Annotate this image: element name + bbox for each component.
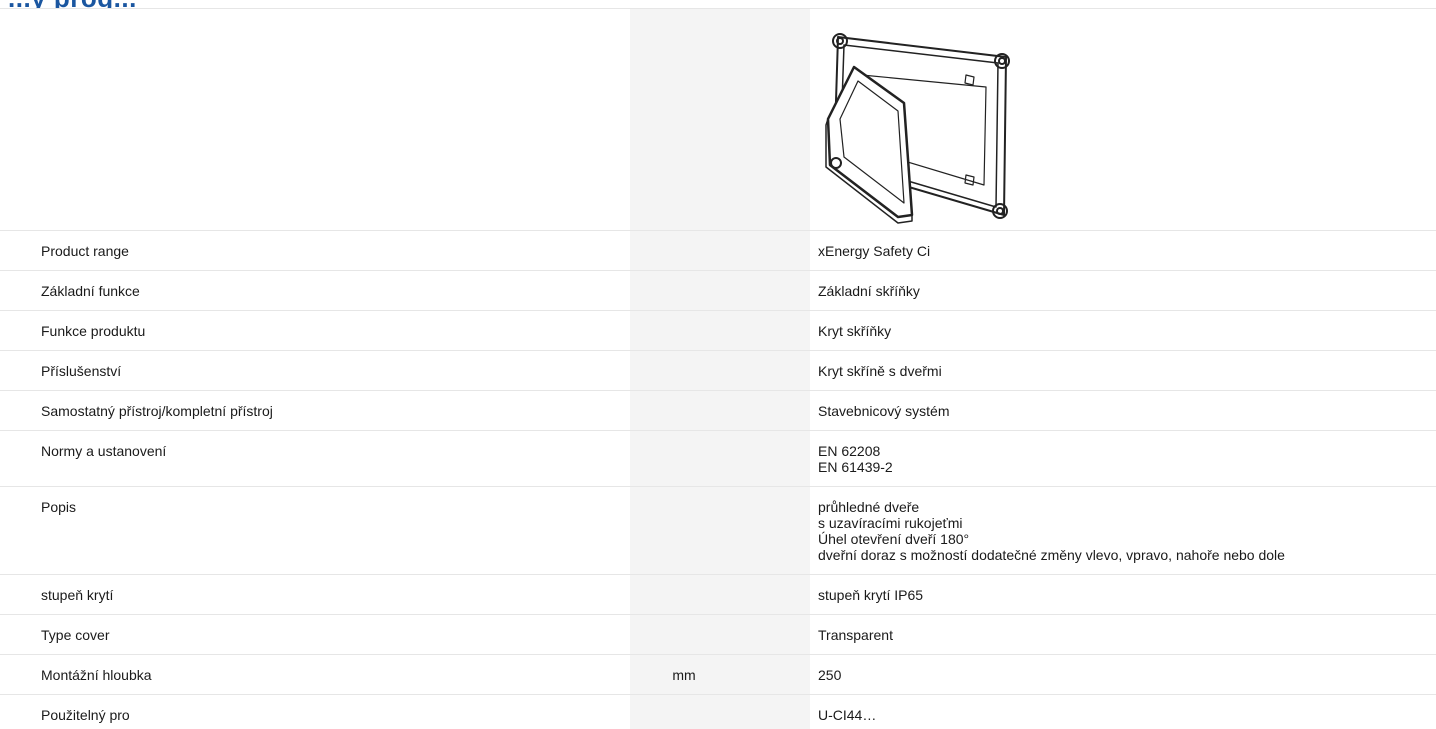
spec-value: Transparent [810, 614, 1436, 655]
spec-row: Použitelný pro U-CI44… [0, 694, 1436, 729]
product-image-row [0, 8, 1436, 231]
spec-value-line: Úhel otevření dveří 180° [818, 531, 970, 547]
spec-unit [630, 614, 810, 655]
spec-row: Samostatný přístroj/kompletní přístroj St… [0, 390, 1436, 431]
spec-value: stupeň krytí IP65 [810, 574, 1436, 615]
spec-label: Použitelný pro [0, 694, 630, 729]
spec-value-line: Stavebnicový systém [818, 403, 950, 419]
spec-value: Stavebnicový systém [810, 390, 1436, 431]
spec-value-line: xEnergy Safety Ci [818, 243, 931, 259]
spec-value: průhledné dveře s uzavíracími rukojeťmi Úh… [810, 486, 1436, 575]
spec-label: Základní funkce [0, 270, 630, 311]
spec-unit [630, 230, 810, 271]
spec-row: Type cover Transparent [0, 614, 1436, 655]
spec-value-line: Kryt skříně s dveřmi [818, 363, 942, 379]
spec-unit [630, 486, 810, 575]
spec-row: Product range xEnergy Safety Ci [0, 230, 1436, 271]
spec-label: Montážní hloubka [0, 654, 630, 695]
spec-unit [630, 694, 810, 729]
spec-unit-text: mm [672, 667, 696, 683]
spec-label: Samostatný přístroj/kompletní přístroj [0, 390, 630, 431]
spec-value: 250 [810, 654, 1436, 695]
spec-label: Type cover [0, 614, 630, 655]
spec-value-line: dveřní doraz s možností dodatečné změny … [818, 547, 1285, 563]
page-heading: ...y prog... [0, 0, 400, 8]
spec-value-line: průhledné dveře [818, 499, 920, 515]
enclosure-cover-drawing-icon [825, 33, 1010, 224]
spec-row: Montážní hloubka mm 250 [0, 654, 1436, 695]
spec-table: Product range xEnergy Safety Ci Základní f… [0, 8, 1436, 729]
spec-value-line: Kryt skříňky [818, 323, 892, 339]
spec-value-line: s uzavíracími rukojeťmi [818, 515, 963, 531]
spec-value-line: U-CI44… [818, 707, 877, 723]
spec-value: xEnergy Safety Ci [810, 230, 1436, 271]
spec-value-line: EN 62208 [818, 443, 881, 459]
spec-label: Product range [0, 230, 630, 271]
spec-unit [630, 270, 810, 311]
spec-unit: mm [630, 654, 810, 695]
spec-value-line: 250 [818, 667, 842, 683]
spec-value: Základní skříňky [810, 270, 1436, 311]
spec-row: Popis průhledné dveře s uzavíracími rukoje… [0, 486, 1436, 575]
spec-value: Kryt skříně s dveřmi [810, 350, 1436, 391]
spec-unit [630, 430, 810, 487]
spec-unit [630, 350, 810, 391]
spec-label: Popis [0, 486, 630, 575]
spec-value-line: Základní skříňky [818, 283, 920, 299]
spec-row: Normy a ustanovení EN 62208 EN 61439-2 [0, 430, 1436, 487]
spec-value-line: EN 61439-2 [818, 459, 893, 475]
spec-value: EN 62208 EN 61439-2 [810, 430, 1436, 487]
image-row-label [0, 8, 630, 231]
spec-value-line: stupeň krytí IP65 [818, 587, 924, 603]
spec-value: Kryt skříňky [810, 310, 1436, 351]
spec-row: Základní funkce Základní skříňky [0, 270, 1436, 311]
spec-row: Funkce produktu Kryt skříňky [0, 310, 1436, 351]
spec-label: Normy a ustanovení [0, 430, 630, 487]
image-row-unit [630, 8, 810, 231]
spec-value-line: Transparent [818, 627, 893, 643]
spec-row: stupeň krytí stupeň krytí IP65 [0, 574, 1436, 615]
spec-unit [630, 310, 810, 351]
spec-unit [630, 390, 810, 431]
spec-value: U-CI44… [810, 694, 1436, 729]
spec-label: Příslušenství [0, 350, 630, 391]
spec-unit [630, 574, 810, 615]
page-heading-text: ...y prog... [0, 0, 400, 8]
image-row-value [810, 8, 1436, 231]
spec-row: Příslušenství Kryt skříně s dveřmi [0, 350, 1436, 391]
spec-label: stupeň krytí [0, 574, 630, 615]
spec-label: Funkce produktu [0, 310, 630, 351]
